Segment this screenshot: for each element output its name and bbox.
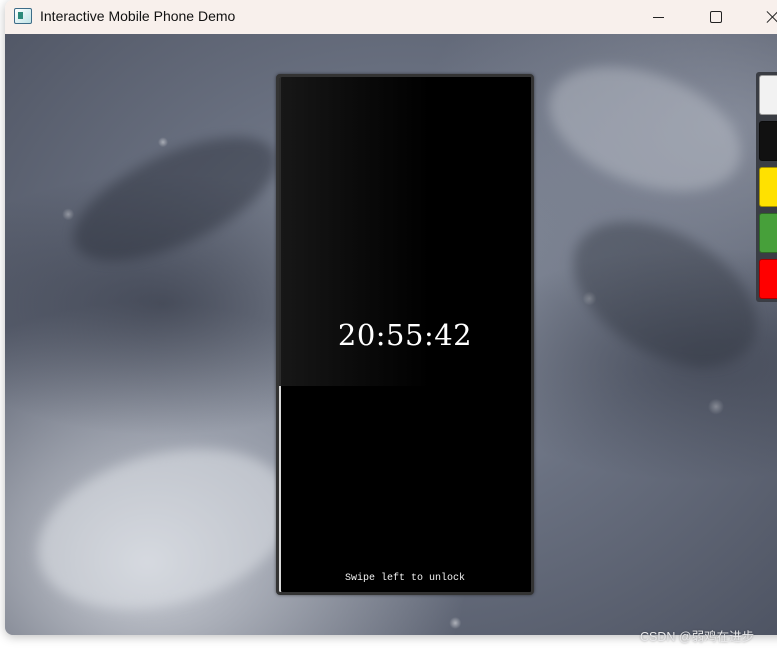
- close-button[interactable]: [750, 0, 777, 34]
- csdn-watermark: CSDN @弱鸡在进步: [640, 630, 755, 644]
- window-title: Interactive Mobile Phone Demo: [40, 8, 236, 24]
- lock-screen-clock: 20:55:42: [337, 318, 473, 352]
- phone-lock-screen[interactable]: 20:55:42 Swipe left to unlock: [276, 74, 534, 595]
- app-window: Interactive Mobile Phone Demo 20:55:42 S…: [5, 0, 777, 635]
- color-swatch-black[interactable]: [759, 121, 777, 161]
- moon-highland-shading: [20, 422, 310, 635]
- moon-highland-shading: [532, 43, 758, 215]
- color-swatch-green[interactable]: [759, 213, 777, 253]
- moon-background: 20:55:42 Swipe left to unlock: [5, 34, 777, 635]
- maximize-icon: [710, 11, 722, 23]
- unlock-hint: Swipe left to unlock: [344, 573, 466, 584]
- minimize-button[interactable]: [635, 0, 681, 34]
- title-bar[interactable]: Interactive Mobile Phone Demo: [5, 0, 777, 34]
- color-swatch-red[interactable]: [759, 259, 777, 299]
- moon-crater-shading: [56, 111, 294, 287]
- color-swatch-yellow[interactable]: [759, 167, 777, 207]
- close-icon: [767, 11, 777, 23]
- color-palette: [756, 72, 777, 302]
- minimize-icon: [652, 16, 664, 18]
- maximize-button[interactable]: [693, 0, 739, 34]
- color-swatch-white[interactable]: [759, 75, 777, 115]
- app-window-icon: [14, 8, 32, 24]
- moon-crater-shading: [548, 192, 777, 396]
